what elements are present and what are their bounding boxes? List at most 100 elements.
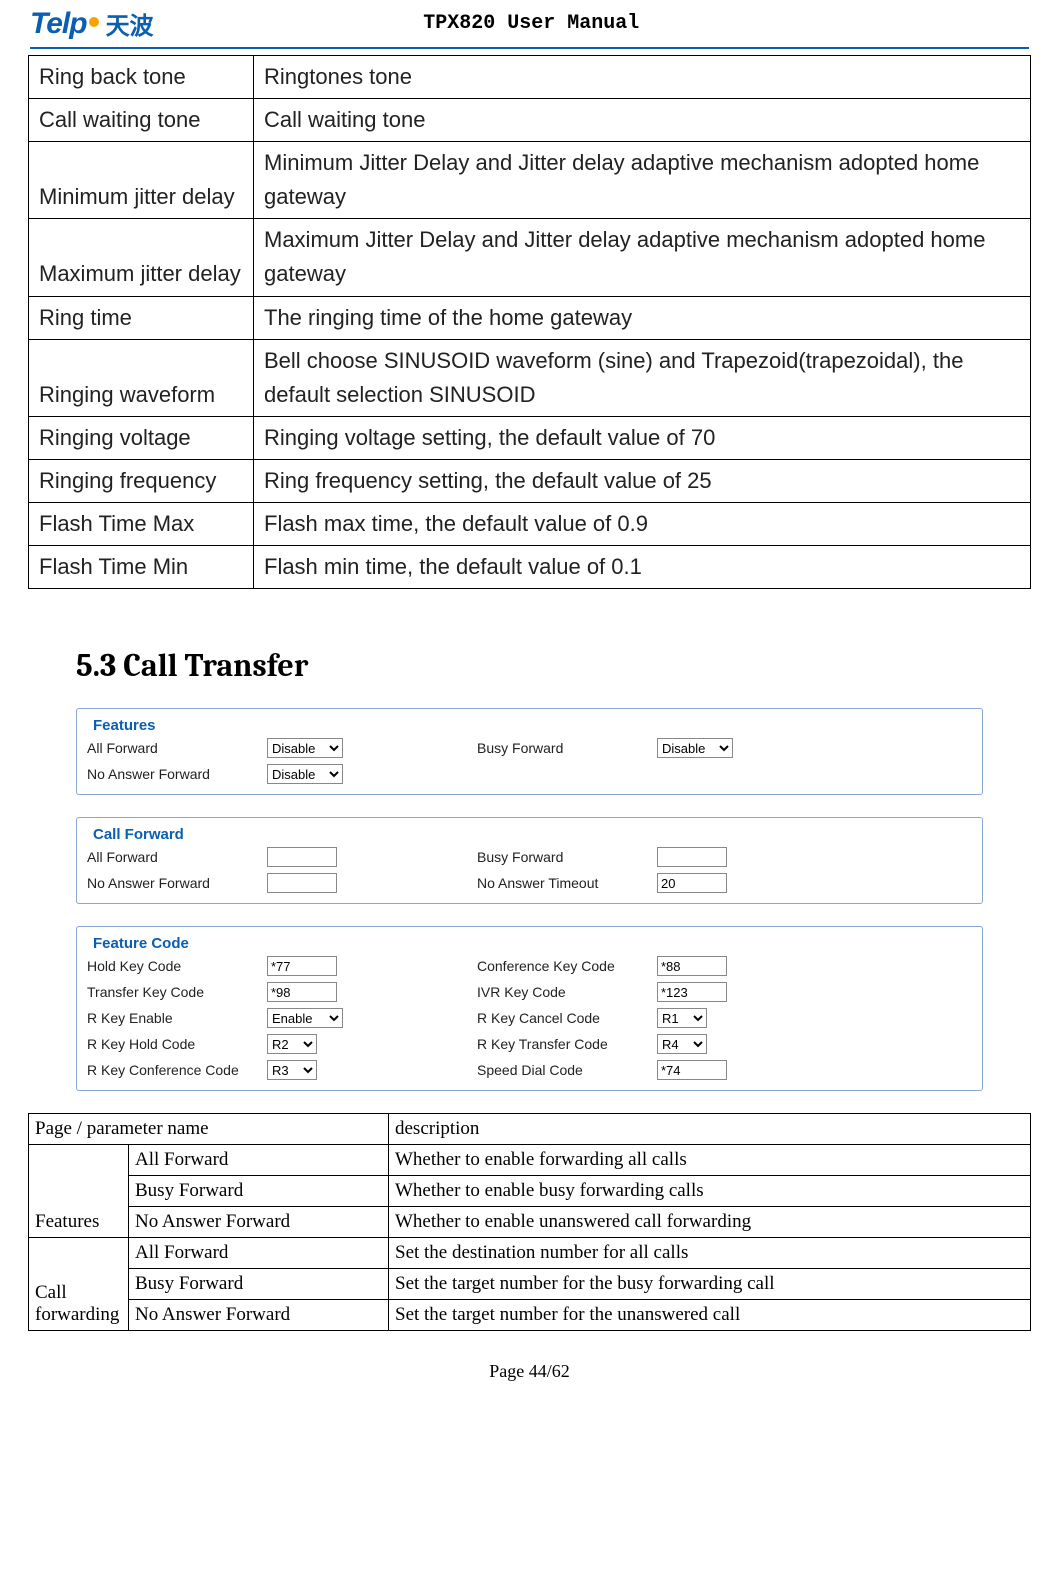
page-header: Telp 天波 TPX820 User Manual: [0, 0, 1059, 45]
param-name: Call waiting tone: [29, 99, 254, 142]
rkey-conference-select[interactable]: R3: [267, 1060, 317, 1080]
rkey-enable-select[interactable]: Enable: [267, 1008, 343, 1028]
ivr-key-input[interactable]: [657, 982, 727, 1002]
cf-all-forward-input[interactable]: [267, 847, 337, 867]
param-desc: Set the target number for the busy forwa…: [389, 1269, 1031, 1300]
cf-no-answer-timeout-input[interactable]: [657, 873, 727, 893]
cf-busy-forward-input[interactable]: [657, 847, 727, 867]
param-desc: Whether to enable forwarding all calls: [389, 1145, 1031, 1176]
call-forward-panel: Call Forward All Forward Busy Forward No…: [76, 817, 983, 904]
cf-all-forward-label: All Forward: [87, 849, 267, 865]
speed-dial-label: Speed Dial Code: [477, 1062, 657, 1078]
param-name: No Answer Forward: [129, 1207, 389, 1238]
features-panel: Features All Forward Disable Busy Forwar…: [76, 708, 983, 795]
feature-code-legend: Feature Code: [89, 935, 193, 952]
table-row: Busy Forward Set the target number for t…: [29, 1269, 1031, 1300]
param-name: Ringing voltage: [29, 416, 254, 459]
table-row: Busy Forward Whether to enable busy forw…: [29, 1176, 1031, 1207]
table-row: Maximum jitter delayMaximum Jitter Delay…: [29, 219, 1031, 296]
rkey-transfer-label: R Key Transfer Code: [477, 1036, 657, 1052]
param-name: Ring time: [29, 296, 254, 339]
table-row: Ringing voltageRinging voltage setting, …: [29, 416, 1031, 459]
call-forward-legend: Call Forward: [89, 826, 188, 843]
table-row: No Answer Forward Whether to enable unan…: [29, 1207, 1031, 1238]
param-name: Flash Time Min: [29, 546, 254, 589]
param-name: Minimum jitter delay: [29, 142, 254, 219]
hold-key-input[interactable]: [267, 956, 337, 976]
table-row: Call waiting toneCall waiting tone: [29, 99, 1031, 142]
rkey-cancel-select[interactable]: R1: [657, 1008, 707, 1028]
param-desc: Whether to enable busy forwarding calls: [389, 1176, 1031, 1207]
logo: Telp 天波: [30, 6, 154, 41]
param-desc: Whether to enable unanswered call forwar…: [389, 1207, 1031, 1238]
features-legend: Features: [89, 717, 160, 734]
logo-text: Telp: [30, 7, 87, 41]
header-desc: description: [389, 1114, 1031, 1145]
param-name: Ring back tone: [29, 56, 254, 99]
table-row: Ring back toneRingtones tone: [29, 56, 1031, 99]
group-call-forwarding: Call forwarding: [29, 1238, 129, 1331]
header-rule: [30, 47, 1029, 49]
param-desc: Ringtones tone: [254, 56, 1031, 99]
param-desc: Minimum Jitter Delay and Jitter delay ad…: [254, 142, 1031, 219]
table-row: Page / parameter name description: [29, 1114, 1031, 1145]
cf-no-answer-forward-label: No Answer Forward: [87, 875, 267, 891]
param-name: Ringing frequency: [29, 459, 254, 502]
param-desc: The ringing time of the home gateway: [254, 296, 1031, 339]
table-row: No Answer Forward Set the target number …: [29, 1300, 1031, 1331]
transfer-key-label: Transfer Key Code: [87, 984, 267, 1000]
cf-no-answer-timeout-label: No Answer Timeout: [477, 875, 657, 891]
all-forward-label: All Forward: [87, 740, 267, 756]
table-row: Call forwarding All Forward Set the dest…: [29, 1238, 1031, 1269]
param-desc: Set the target number for the unanswered…: [389, 1300, 1031, 1331]
feature-code-panel: Feature Code Hold Key Code Conference Ke…: [76, 926, 983, 1091]
param-desc: Bell choose SINUSOID waveform (sine) and…: [254, 339, 1031, 416]
param-desc: Flash min time, the default value of 0.1: [254, 546, 1031, 589]
parameter-table: Page / parameter name description Featur…: [28, 1113, 1031, 1331]
table-row: Flash Time MinFlash min time, the defaul…: [29, 546, 1031, 589]
param-desc: Ringing voltage setting, the default val…: [254, 416, 1031, 459]
param-name: All Forward: [129, 1145, 389, 1176]
no-answer-forward-label: No Answer Forward: [87, 766, 267, 782]
param-name: All Forward: [129, 1238, 389, 1269]
rkey-hold-label: R Key Hold Code: [87, 1036, 267, 1052]
rkey-transfer-select[interactable]: R4: [657, 1034, 707, 1054]
ivr-key-label: IVR Key Code: [477, 984, 657, 1000]
conference-key-label: Conference Key Code: [477, 958, 657, 974]
cf-busy-forward-label: Busy Forward: [477, 849, 657, 865]
logo-dot-icon: [89, 17, 99, 27]
param-name: Busy Forward: [129, 1176, 389, 1207]
doc-title: TPX820 User Manual: [154, 12, 1029, 35]
logo-cn: 天波: [106, 6, 154, 41]
param-name: No Answer Forward: [129, 1300, 389, 1331]
rkey-conference-label: R Key Conference Code: [87, 1062, 267, 1078]
busy-forward-label: Busy Forward: [477, 740, 657, 756]
header-name: Page / parameter name: [29, 1114, 389, 1145]
speed-dial-input[interactable]: [657, 1060, 727, 1080]
group-features: Features: [29, 1145, 129, 1238]
param-desc: Set the destination number for all calls: [389, 1238, 1031, 1269]
transfer-key-input[interactable]: [267, 982, 337, 1002]
table-row: Ring timeThe ringing time of the home ga…: [29, 296, 1031, 339]
descriptions-table: Ring back toneRingtones tone Call waitin…: [28, 55, 1031, 589]
page-footer: Page 44/62: [0, 1361, 1059, 1392]
param-name: Maximum jitter delay: [29, 219, 254, 296]
table-row: Minimum jitter delayMinimum Jitter Delay…: [29, 142, 1031, 219]
busy-forward-select[interactable]: Disable: [657, 738, 733, 758]
no-answer-forward-select[interactable]: Disable: [267, 764, 343, 784]
all-forward-select[interactable]: Disable: [267, 738, 343, 758]
rkey-enable-label: R Key Enable: [87, 1010, 267, 1026]
section-heading: 5.3 Call Transfer: [76, 647, 1031, 684]
param-desc: Flash max time, the default value of 0.9: [254, 503, 1031, 546]
conference-key-input[interactable]: [657, 956, 727, 976]
cf-no-answer-forward-input[interactable]: [267, 873, 337, 893]
table-row: Ringing waveformBell choose SINUSOID wav…: [29, 339, 1031, 416]
hold-key-label: Hold Key Code: [87, 958, 267, 974]
table-row: Ringing frequencyRing frequency setting,…: [29, 459, 1031, 502]
param-name: Ringing waveform: [29, 339, 254, 416]
param-desc: Maximum Jitter Delay and Jitter delay ad…: [254, 219, 1031, 296]
rkey-hold-select[interactable]: R2: [267, 1034, 317, 1054]
param-desc: Call waiting tone: [254, 99, 1031, 142]
param-desc: Ring frequency setting, the default valu…: [254, 459, 1031, 502]
rkey-cancel-label: R Key Cancel Code: [477, 1010, 657, 1026]
